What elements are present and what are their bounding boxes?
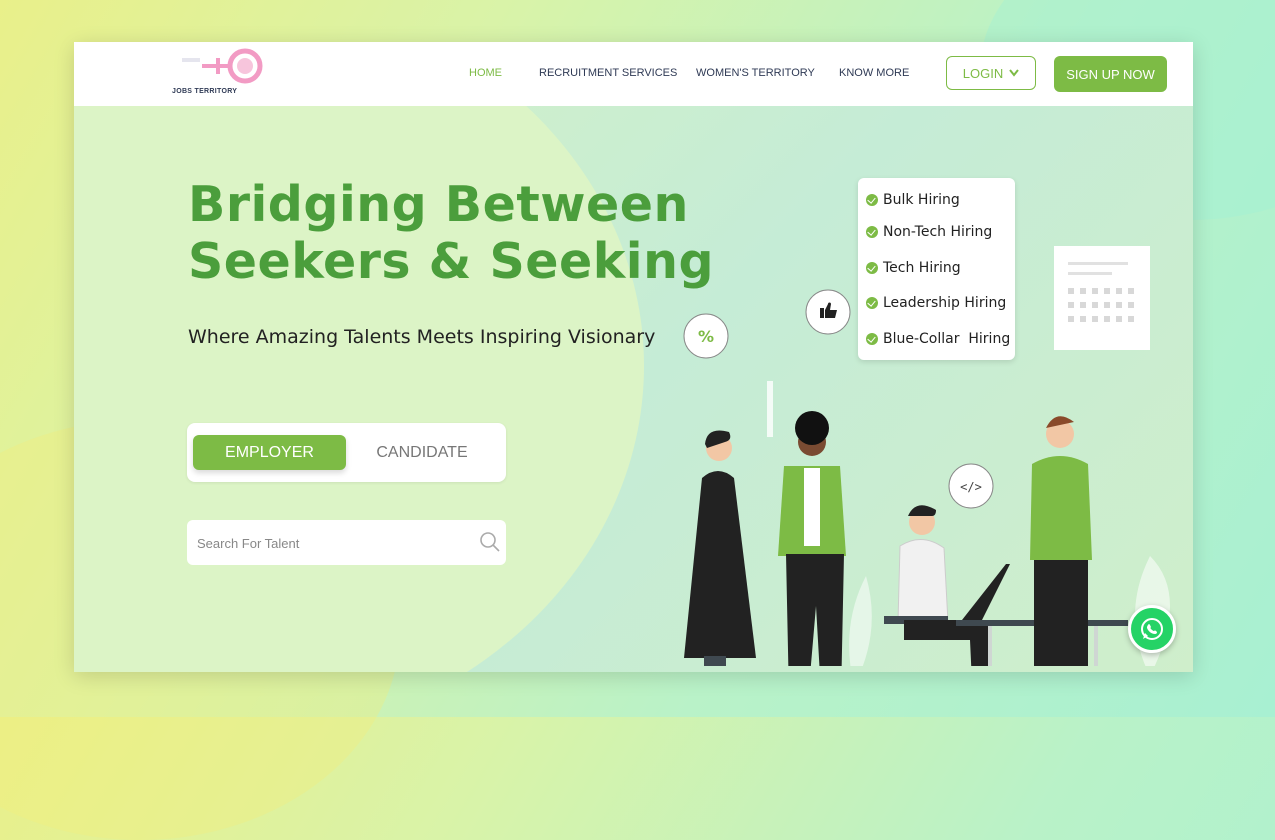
chevron-down-icon [1009, 69, 1020, 77]
hiring-item-label: Leadership Hiring [883, 295, 1007, 311]
hiring-item-label: Bulk Hiring [883, 192, 960, 208]
check-circle-icon [866, 262, 878, 274]
headline-line-2: Seekers & Seeking [188, 233, 715, 290]
hero-section: Bridging Between Seekers & Seeking Where… [74, 42, 1193, 672]
search-input[interactable] [195, 520, 469, 567]
hero-headline: Bridging Between Seekers & Seeking [188, 176, 714, 290]
whatsapp-chat-button[interactable] [1128, 605, 1176, 653]
check-circle-icon [866, 194, 878, 206]
person-2-hair [795, 411, 829, 445]
hiring-item-non-tech: Non-Tech Hiring [866, 224, 992, 240]
check-circle-icon [866, 226, 878, 238]
login-button[interactable]: LOGIN [946, 56, 1036, 90]
site-logo[interactable]: JOBS TERRITORY [172, 48, 272, 98]
hiring-item-label: Tech Hiring [883, 260, 961, 276]
user-type-toggle: EMPLOYER CANDIDATE [187, 423, 506, 482]
hero-subheadline: Where Amazing Talents Meets Inspiring Vi… [188, 326, 656, 348]
hiring-item-tech: Tech Hiring [866, 260, 961, 276]
female-symbol-icon [182, 48, 263, 84]
person-1-legs [704, 656, 726, 666]
hiring-item-bulk: Bulk Hiring [866, 192, 960, 208]
decor-bar [767, 381, 773, 437]
nav-home[interactable]: HOME [469, 67, 502, 79]
laptop-icon [962, 564, 1010, 620]
calendar-grid-icon [1068, 262, 1134, 322]
person-1-dress [684, 471, 756, 658]
employer-tab[interactable]: EMPLOYER [193, 435, 346, 470]
percent-bubble: % [698, 327, 714, 346]
hiring-item-label: Non-Tech Hiring [883, 224, 993, 240]
hiring-item-leadership: Leadership Hiring [866, 295, 1006, 311]
desk-leg [1094, 626, 1098, 666]
login-label: LOGIN [962, 65, 1004, 81]
hiring-item-blue-collar: Blue-Collar Hiring [866, 331, 1010, 347]
person-4-legs [1034, 560, 1088, 666]
nav-know-more[interactable]: KNOW MORE [839, 67, 909, 79]
hiring-types-card: Bulk Hiring Non-Tech Hiring Tech Hiring … [858, 178, 1015, 360]
check-circle-icon [866, 333, 878, 345]
browser-page: JOBS TERRITORY HOME RECRUITMENT SERVICES… [74, 42, 1193, 672]
nav-recruitment-services[interactable]: RECRUITMENT SERVICES [539, 67, 677, 79]
person-3-legs [904, 620, 990, 666]
whatsapp-icon [1141, 618, 1163, 640]
headline-line-1: Bridging Between [188, 176, 689, 233]
talent-search-box [187, 520, 506, 567]
calendar-panel [1054, 246, 1150, 350]
logo-text: JOBS TERRITORY [172, 88, 238, 95]
hero-left-panel [74, 42, 644, 672]
person-4-shirt [1030, 456, 1092, 560]
nav-womens-territory[interactable]: WOMEN'S TERRITORY [696, 67, 815, 79]
code-bubble: </> [960, 480, 982, 494]
person-2-top [804, 468, 820, 546]
site-header: JOBS TERRITORY HOME RECRUITMENT SERVICES… [74, 42, 1193, 106]
signup-button[interactable]: SIGN UP NOW [1054, 56, 1167, 92]
desk-leg [988, 626, 992, 666]
candidate-tab[interactable]: CANDIDATE [362, 435, 482, 470]
person-2-legs [786, 554, 844, 666]
search-icon[interactable] [479, 531, 501, 553]
hiring-item-label: Blue-Collar Hiring [883, 331, 1011, 347]
person-3-shirt [897, 539, 949, 623]
plant-left [849, 576, 872, 666]
person-3-hair [908, 505, 936, 516]
check-circle-icon [866, 297, 878, 309]
